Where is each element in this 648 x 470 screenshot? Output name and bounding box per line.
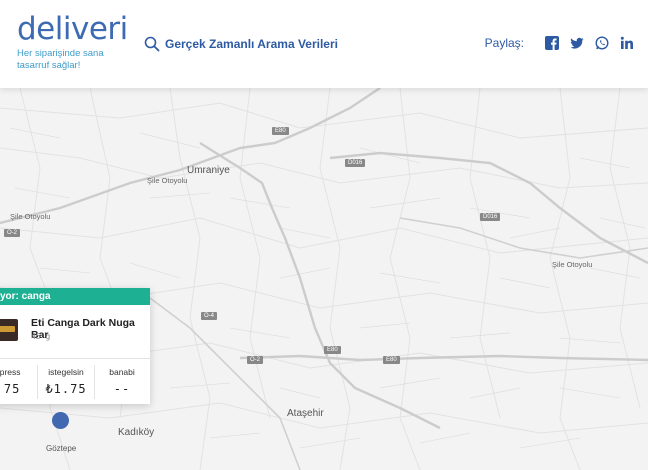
product-image <box>0 319 18 341</box>
road-shield: E80 <box>383 356 400 364</box>
road-shield: E80 <box>272 127 289 135</box>
linkedin-icon[interactable] <box>620 36 634 50</box>
product-weight: 45 g <box>31 332 51 341</box>
map-label-kadikoy: Kadıköy <box>118 427 155 438</box>
vendor-name: istegelsin <box>48 367 84 377</box>
map-label-goztepe: Göztepe <box>46 444 77 453</box>
vendor-column[interactable]: banabi -- <box>94 367 150 396</box>
logo[interactable]: deliveri <box>17 14 128 45</box>
whatsapp-icon[interactable] <box>595 36 609 50</box>
road-shield: D016 <box>480 213 501 221</box>
card-divider <box>0 358 150 359</box>
app-header: deliveri Her siparişinde sana tasarruf s… <box>0 0 648 88</box>
map-road-label: Şile Otoyolu <box>552 260 593 269</box>
realtime-search-link[interactable]: Gerçek Zamanlı Arama Verileri <box>144 36 338 52</box>
vendor-price: .75 <box>0 382 21 396</box>
road-shield: O-2 <box>4 229 21 237</box>
price-card[interactable]: yor: canga Eti Canga Dark Nuga Bar 45 g … <box>0 288 150 404</box>
road-shield: D016 <box>345 159 366 167</box>
road-shield: O-4 <box>201 312 218 320</box>
map-label-atasehir: Ataşehir <box>287 408 324 419</box>
share-label: Paylaş: <box>484 36 524 50</box>
map-road-label: Şile Otoyolu <box>147 176 188 185</box>
tagline: Her siparişinde sana tasarruf sağlar! <box>17 48 104 71</box>
map-road-label: Şile Otoyolu <box>10 212 51 221</box>
location-pin[interactable] <box>52 412 69 429</box>
vendor-name: xpress <box>0 367 21 377</box>
facebook-icon[interactable] <box>545 36 559 50</box>
search-icon <box>144 36 160 52</box>
vendor-column[interactable]: xpress .75 <box>0 367 36 396</box>
search-label: Gerçek Zamanlı Arama Verileri <box>165 37 338 51</box>
vendor-price: ₺1.75 <box>45 382 87 396</box>
map-area[interactable]: Umraniye Ataşehir Kadıköy Göztepe Şile O… <box>0 88 648 470</box>
card-header: yor: canga <box>0 288 150 305</box>
vendor-name: banabi <box>109 367 135 377</box>
vendor-column[interactable]: istegelsin ₺1.75 <box>38 367 94 396</box>
share-bar: Paylaş: <box>485 36 634 50</box>
twitter-icon[interactable] <box>570 36 584 50</box>
road-shield: O-2 <box>247 356 264 364</box>
map-label-umraniye: Umraniye <box>187 165 230 176</box>
map-roads <box>0 88 648 470</box>
road-shield: E80 <box>324 346 341 354</box>
vendor-price: -- <box>113 382 131 396</box>
